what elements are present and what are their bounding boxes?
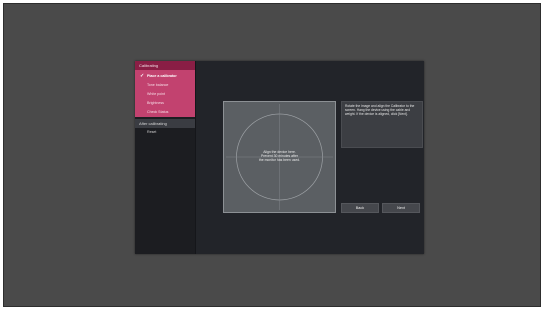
step-label: White point	[147, 92, 165, 96]
calibrator-target-area: Align the device here. Prevent 30 minute…	[223, 101, 336, 213]
sidebar-item-reset[interactable]: Reset	[135, 128, 195, 137]
step-check-status[interactable]: Check Status	[135, 108, 195, 117]
checkmark-icon: ✓	[140, 73, 145, 79]
step-label: Check Status	[147, 110, 169, 114]
step-label: Tone balance	[147, 83, 169, 87]
step-brightness[interactable]: Brightness	[135, 99, 195, 108]
step-label: Brightness	[147, 101, 164, 105]
back-button[interactable]: Back	[341, 203, 379, 213]
desktop-background: Calibrating ✓ Place a calibrator Tone ba…	[3, 3, 541, 307]
main-panel: Align the device here. Prevent 30 minute…	[196, 61, 424, 254]
next-button[interactable]: Next	[382, 203, 420, 213]
sidebar-item-label: Reset	[147, 130, 157, 134]
step-place-calibrator[interactable]: ✓ Place a calibrator	[135, 72, 195, 81]
info-text-box: Rotate the image and align the Calibrato…	[341, 101, 423, 148]
instruction-line: the monitor has been used.	[258, 158, 301, 163]
sidebar: Calibrating ✓ Place a calibrator Tone ba…	[135, 61, 196, 254]
calibration-window: Calibrating ✓ Place a calibrator Tone ba…	[135, 61, 424, 254]
step-white-point[interactable]: White point	[135, 90, 195, 99]
step-tone-balance[interactable]: Tone balance	[135, 81, 195, 90]
calibrating-section-header: Calibrating	[135, 61, 195, 70]
step-label: Place a calibrator	[147, 74, 177, 78]
calibrator-instruction: Align the device here. Prevent 30 minute…	[224, 150, 335, 163]
calibration-steps: ✓ Place a calibrator Tone balance White …	[135, 70, 195, 117]
after-calibrating-section-header: After calibrating	[135, 119, 195, 128]
